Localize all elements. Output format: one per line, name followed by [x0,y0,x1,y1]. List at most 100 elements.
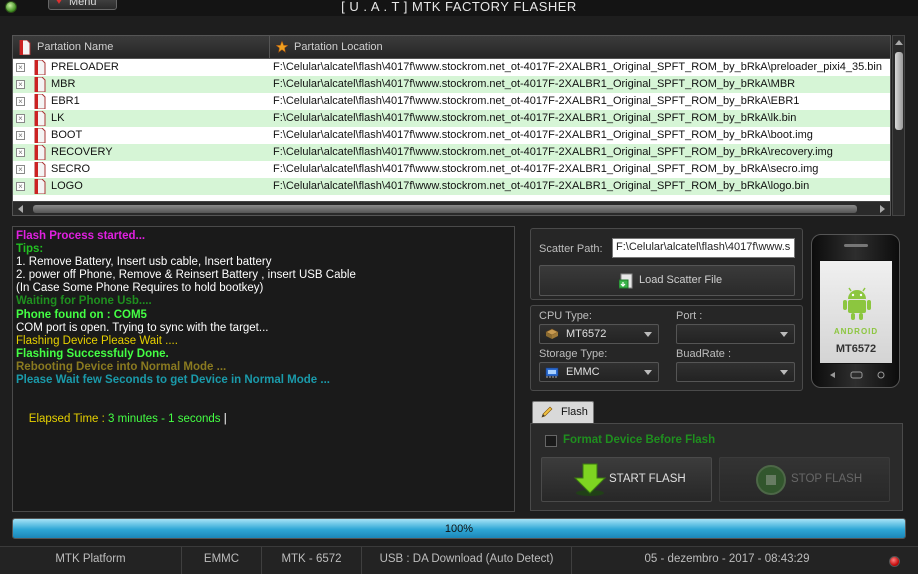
log-line: Flashing Successfuly Done. [16,347,169,360]
log-line: Tips: [16,243,44,256]
download-arrow-icon [573,463,607,496]
log-line: Rebooting Device into Normal Mode ... [16,360,227,373]
port-select[interactable] [676,324,795,344]
file-icon [34,77,46,92]
status-usb-mode: USB : DA Download (Auto Detect) [362,547,572,574]
phone-speaker [844,244,868,247]
elapsed-value: 3 minutes - 1 seconds [108,413,221,426]
log-line: Please Wait few Seconds to get Device in… [16,374,330,387]
file-icon [34,145,46,160]
start-flash-label: START FLASH [609,473,686,485]
table-header: Partation Name Partation Location [13,36,890,59]
chevron-down-icon [780,370,788,375]
memory-card-icon [545,367,559,378]
load-scatter-button[interactable]: Load Scatter File [539,265,795,296]
row-checkbox[interactable]: × [16,97,25,106]
column-label: Partation Location [294,41,383,53]
partition-name: MBR [51,78,76,90]
scatter-path-field[interactable]: F:\Celular\alcatel\flash\4017f\www.s [612,238,795,258]
status-chip: MTK - 6572 [262,547,362,574]
table-row[interactable]: × BOOT F:\Celular\alcatel\flash\4017f\www.… [13,127,890,144]
horizontal-scrollbar[interactable] [13,201,890,215]
file-icon [34,111,46,126]
partition-location: F:\Celular\alcatel\flash\4017f\www.stock… [273,78,796,90]
start-flash-button[interactable]: START FLASH [541,457,712,502]
file-icon [34,128,46,143]
log-line: 1. Remove Battery, Insert usb cable, Ins… [16,256,272,269]
column-header-partition-location[interactable]: Partation Location [270,36,890,59]
phone-image: ANDROID MT6572 [811,234,900,388]
column-header-partition-name[interactable]: Partation Name [13,36,270,59]
file-icon [34,162,46,177]
scroll-up-icon[interactable] [895,40,903,45]
log-line: Phone found on : COM5 [16,308,147,321]
row-checkbox[interactable]: × [16,182,25,191]
flash-panel: Format Device Before Flash START FLASH S… [530,423,903,511]
storage-type-select[interactable]: EMMC [539,362,659,382]
chevron-down-icon [780,332,788,337]
table-row[interactable]: × PRELOADER F:\Celular\alcatel\flash\4017f… [13,59,890,76]
log-line: Flash Process started... [16,230,146,242]
table-row[interactable]: × MBR F:\Celular\alcatel\flash\4017f\www.s… [13,76,890,93]
table-body: × PRELOADER F:\Celular\alcatel\flash\4017f… [13,59,890,195]
partition-name: LOGO [51,180,83,192]
table-row[interactable]: × LK F:\Celular\alcatel\flash\4017f\www.st… [13,110,890,127]
chevron-down-icon [644,370,652,375]
partition-location: F:\Celular\alcatel\flash\4017f\www.stock… [273,61,882,73]
elapsed-label: Elapsed Time : [28,413,109,426]
progress-bar: 100% [12,518,906,539]
scroll-left-icon[interactable] [18,205,23,213]
scrollbar-thumb[interactable] [33,205,857,213]
row-checkbox[interactable]: × [16,165,25,174]
cpu-type-value: MT6572 [566,328,607,340]
partition-table: Partation Name Partation Location × PRELO… [12,35,891,216]
android-brand-text: ANDROID [833,327,879,336]
title-bar: ♥ Menu [ U . A . T ] MTK FACTORY FLASHER [0,0,918,16]
table-row[interactable]: × LOGO F:\Celular\alcatel\flash\4017f\www.… [13,178,890,195]
table-row[interactable]: × RECOVERY F:\Celular\alcatel\flash\4017f\… [13,144,890,161]
row-checkbox[interactable]: × [16,131,25,140]
format-option-label[interactable]: Format Device Before Flash [563,434,715,446]
table-row[interactable]: × SECRO F:\Celular\alcatel\flash\4017f\www… [13,161,890,178]
phone-screen: ANDROID MT6572 [819,260,893,364]
text-cursor: | [220,413,227,426]
format-checkbox[interactable] [545,435,557,447]
row-checkbox[interactable]: × [16,63,25,72]
table-row[interactable]: × EBR1 F:\Celular\alcatel\flash\4017f\www.… [13,93,890,110]
elapsed-time-line: Elapsed Time : 3 minutes - 1 seconds | [16,400,511,439]
scroll-right-icon[interactable] [880,205,885,213]
vertical-scrollbar[interactable] [892,35,905,216]
log-line: Flashing Device Please Wait .... [16,334,178,347]
log-line: 2. power off Phone, Remove & Reinsert Ba… [16,269,356,282]
star-pin-icon [276,40,288,53]
phone-model-text: MT6572 [835,343,877,355]
file-icon [19,40,31,55]
stop-flash-label: STOP FLASH [791,473,863,485]
partition-location: F:\Celular\alcatel\flash\4017f\www.stock… [273,180,810,192]
log-output[interactable]: Flash Process started... Tips: 1. Remove B… [12,226,515,512]
status-bar: MTK Platform EMMC MTK - 6572 USB : DA Do… [0,546,918,574]
partition-name: SECRO [51,163,91,175]
tab-flash[interactable]: Flash [532,401,594,423]
row-checkbox[interactable]: × [16,148,25,157]
tab-flash-label: Flash [561,406,588,418]
row-checkbox[interactable]: × [16,80,25,89]
device-settings-group: CPU Type: MT6572 Port : Storage Type: EM… [530,305,803,391]
chevron-down-icon [644,332,652,337]
row-checkbox[interactable]: × [16,114,25,123]
scrollbar-thumb[interactable] [895,52,903,130]
partition-name: EBR1 [51,95,80,107]
baudrate-select[interactable] [676,362,795,382]
file-icon [34,60,46,75]
load-file-icon [619,273,633,289]
cpu-type-select[interactable]: MT6572 [539,324,659,344]
file-icon [34,94,46,109]
status-storage: EMMC [182,547,262,574]
phone-keys-icon [830,371,885,379]
status-datetime: 05 - dezembro - 2017 - 08:43:29 [644,553,810,565]
record-icon[interactable] [889,556,900,567]
android-robot-icon [843,287,871,320]
stop-flash-button[interactable]: STOP FLASH [719,457,890,502]
baudrate-label: BuadRate : [676,348,732,360]
stop-icon [756,465,786,495]
